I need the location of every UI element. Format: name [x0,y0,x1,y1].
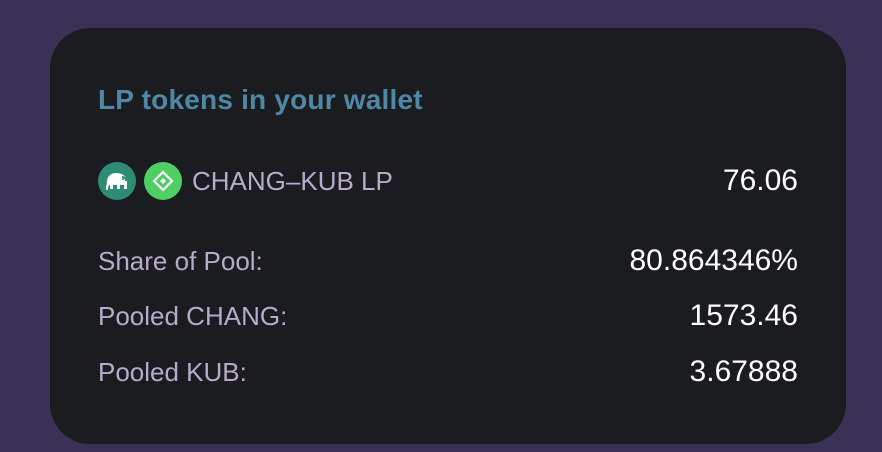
lp-pair-row[interactable]: CHANG–KUB LP 76.06 [98,161,798,201]
share-of-pool-label: Share of Pool: [98,245,263,276]
lp-balance: 76.06 [722,164,798,197]
pooled-chang-row: Pooled CHANG: 1573.46 [98,298,798,334]
share-of-pool-row: Share of Pool: 80.864346% [98,243,798,279]
pooled-kub-value: 3.67888 [689,355,798,388]
lp-pair-name: CHANG–KUB LP [192,165,393,196]
lp-pair-info: CHANG–KUB LP [98,162,393,200]
kub-token-icon [144,162,182,200]
pooled-kub-row: Pooled KUB: 3.67888 [98,354,798,390]
share-of-pool-value: 80.864346% [629,244,799,277]
lp-position-card: LP tokens in your wallet CHANG–KUB LP 76… [50,28,846,444]
pooled-kub-label: Pooled KUB: [98,356,247,387]
card-title: LP tokens in your wallet [98,84,423,115]
elephant-icon [98,162,136,200]
pooled-chang-value: 1573.46 [689,299,798,332]
pooled-chang-label: Pooled CHANG: [98,300,288,331]
